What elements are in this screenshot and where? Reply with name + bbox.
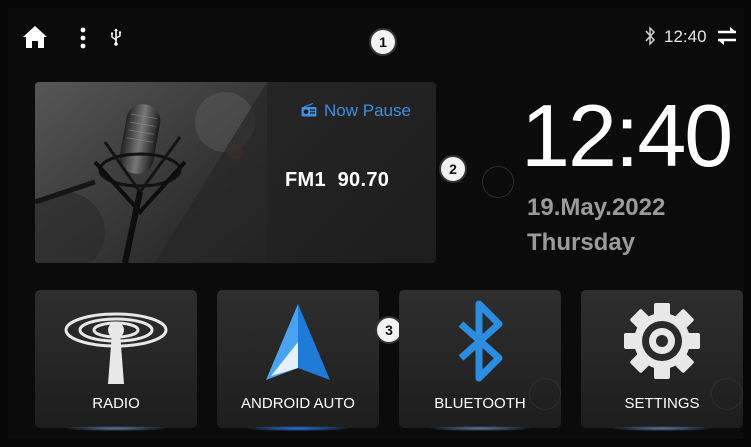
app-tile-radio[interactable]: RADIO xyxy=(35,290,197,431)
touch-indicator xyxy=(711,378,743,410)
tile-glow xyxy=(430,426,530,431)
home-screen: 1 12:40 Now Pause FM1 90.70 2 12:40 19.M… xyxy=(8,8,743,439)
more-menu-icon[interactable] xyxy=(80,27,86,49)
microphone-artwork xyxy=(35,82,267,263)
station-frequency: FM1 90.70 xyxy=(285,169,390,191)
radio-now-playing-card[interactable]: Now Pause FM1 90.70 xyxy=(35,82,436,263)
playback-status: Now Pause xyxy=(324,101,411,120)
bluetooth-icon xyxy=(458,300,503,382)
touch-indicator xyxy=(529,378,561,410)
clock-day: Thursday xyxy=(527,229,636,256)
radio-small-icon xyxy=(301,103,317,117)
callout-2: 2 xyxy=(439,155,467,183)
app-label-radio: RADIO xyxy=(92,395,140,412)
app-tile-settings[interactable]: SETTINGS xyxy=(581,290,743,431)
usb-icon xyxy=(111,28,122,46)
android-auto-icon xyxy=(266,304,330,380)
app-tile-android-auto[interactable]: ANDROID AUTO xyxy=(217,290,379,431)
status-bar: 1 12:40 xyxy=(8,8,743,64)
app-label-android-auto: ANDROID AUTO xyxy=(241,395,355,412)
clock-date: 19.May.2022 xyxy=(527,194,666,221)
touch-indicator xyxy=(482,166,514,198)
tile-glow xyxy=(248,426,348,431)
home-icon[interactable] xyxy=(22,24,48,50)
swap-arrows-icon[interactable] xyxy=(715,26,739,46)
status-time: 12:40 xyxy=(664,27,707,46)
gear-icon xyxy=(624,303,700,379)
bluetooth-status-icon xyxy=(645,26,656,46)
tile-glow xyxy=(612,426,712,431)
callout-1: 1 xyxy=(369,28,397,56)
tile-glow xyxy=(66,426,166,431)
radio-antenna-icon xyxy=(64,312,168,384)
clock-time: 12:40 xyxy=(521,86,733,185)
app-tile-bluetooth[interactable]: BLUETOOTH xyxy=(399,290,561,431)
